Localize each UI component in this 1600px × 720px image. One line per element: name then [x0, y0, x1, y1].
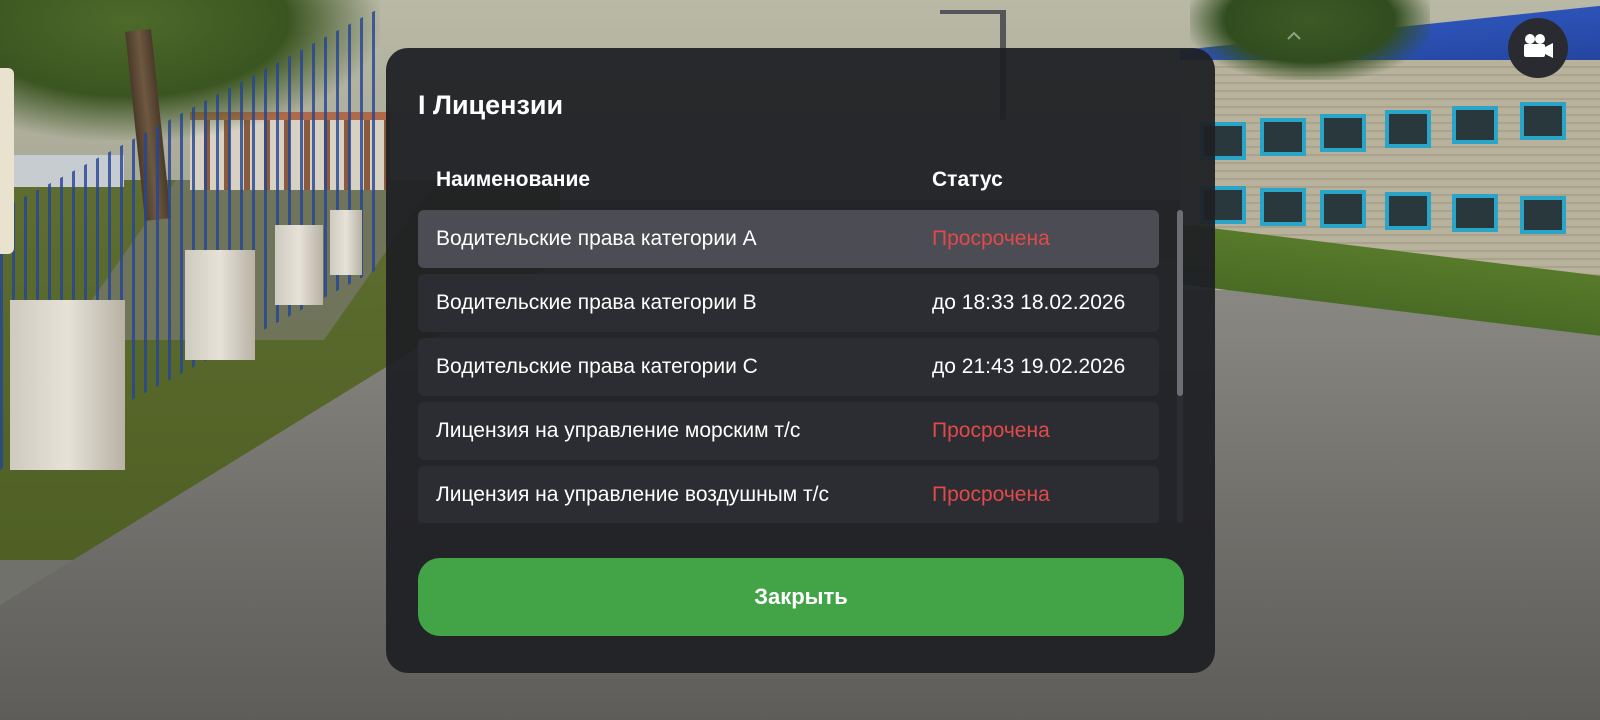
- license-row[interactable]: Водительские права категории C до 21:43 …: [418, 338, 1159, 396]
- license-row[interactable]: Водительские права категории A Просрочен…: [418, 210, 1159, 268]
- fence-post: [10, 300, 125, 470]
- building-window: [1260, 118, 1306, 156]
- video-camera-icon: [1521, 32, 1555, 65]
- building-window: [1520, 102, 1566, 140]
- building-window: [1452, 194, 1498, 232]
- close-button[interactable]: Закрыть: [418, 558, 1184, 636]
- column-header-status: Статус: [932, 168, 1003, 191]
- street-lamp-arm: [940, 10, 1004, 14]
- scrollbar-thumb[interactable]: [1177, 210, 1183, 396]
- building-window: [1452, 106, 1498, 144]
- camera-button[interactable]: [1508, 18, 1568, 78]
- dialog-title: I Лицензии: [418, 90, 564, 120]
- building-window: [1385, 110, 1431, 148]
- license-name: Лицензия на управление морским т/с: [436, 419, 801, 442]
- building-window: [1320, 114, 1366, 152]
- tree-canopy-right: [1190, 0, 1430, 80]
- licenses-list[interactable]: Водительские права категории A Просрочен…: [418, 210, 1159, 523]
- license-name: Водительские права категории A: [436, 227, 757, 250]
- column-header-name: Наименование: [436, 168, 591, 191]
- license-name: Лицензия на управление воздушным т/с: [436, 483, 829, 506]
- license-status: до 18:33 18.02.2026: [932, 291, 1126, 314]
- license-status: Просрочена: [932, 483, 1050, 506]
- list-scrollbar[interactable]: [1177, 210, 1183, 523]
- license-status: Просрочена: [932, 227, 1050, 250]
- license-row[interactable]: Лицензия на управление воздушным т/с Про…: [418, 466, 1159, 523]
- license-row[interactable]: Водительские права категории B до 18:33 …: [418, 274, 1159, 332]
- licenses-dialog: I Лицензии Наименование Статус Водительс…: [386, 48, 1215, 673]
- license-name: Водительские права категории B: [436, 291, 757, 314]
- license-row[interactable]: Лицензия на управление морским т/с Проср…: [418, 402, 1159, 460]
- chevron-up-icon[interactable]: [1286, 28, 1302, 44]
- building-window: [1385, 192, 1431, 230]
- fence-post: [330, 210, 362, 275]
- building-window: [1260, 188, 1306, 226]
- building-window: [1520, 196, 1566, 234]
- fence-post: [185, 250, 255, 360]
- building-window: [1320, 190, 1366, 228]
- license-status: до 21:43 19.02.2026: [932, 355, 1126, 378]
- license-status: Просрочена: [932, 419, 1050, 442]
- license-name: Водительские права категории C: [436, 355, 758, 378]
- side-panel-tab[interactable]: [0, 68, 14, 254]
- fence-post: [275, 225, 323, 305]
